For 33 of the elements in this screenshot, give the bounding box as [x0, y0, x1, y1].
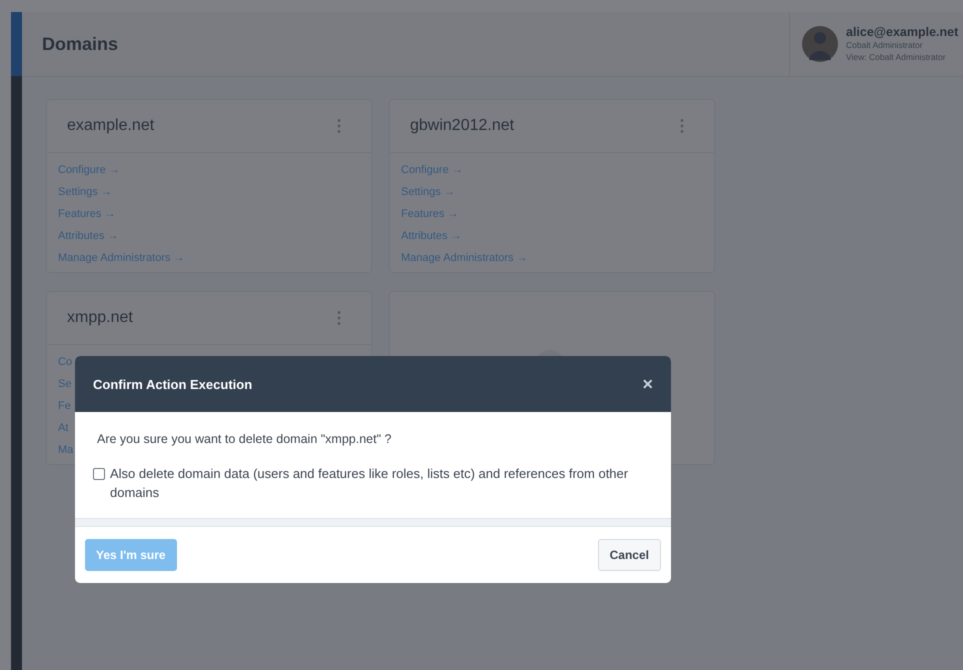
domain-link[interactable]: Manage Administrators → — [58, 250, 185, 266]
domain-link[interactable]: Features → — [401, 206, 458, 222]
checkbox[interactable] — [93, 468, 105, 480]
domain-name: gbwin2012.net — [410, 117, 514, 135]
checkbox-label: Also delete domain data (users and features like roles, lists etc) and references from other domains — [110, 465, 630, 502]
avatar-icon — [802, 26, 838, 62]
domain-link[interactable]: Configure → — [58, 162, 120, 178]
domain-link[interactable]: Configure → — [401, 162, 463, 178]
user-view: View: Cobalt Administrator — [846, 51, 947, 63]
dialog-title: Confirm Action Execution — [93, 376, 252, 392]
user-role: Cobalt Administrator — [846, 39, 924, 51]
domain-name: example.net — [67, 117, 154, 135]
domain-link[interactable]: Ma — [58, 442, 74, 458]
domain-link[interactable]: Manage Administrators → — [401, 250, 528, 266]
domain-link[interactable]: Settings → — [58, 184, 112, 200]
domain-link[interactable]: Co — [58, 354, 72, 370]
domain-link[interactable]: Attributes → — [58, 228, 119, 244]
domain-link[interactable]: Attributes → — [401, 228, 462, 244]
domain-link[interactable]: Settings → — [401, 184, 455, 200]
domain-link[interactable]: At — [58, 420, 68, 436]
domain-link[interactable]: Se — [58, 376, 72, 392]
more-menu-button[interactable]: ⋮ — [674, 116, 690, 136]
user-email: alice@example.net — [846, 25, 958, 39]
dialog-message: Are you sure you want to delete domain "xmpp.net" ? — [97, 432, 392, 446]
user-panel[interactable]: alice@example.net Cobalt Administrator View: Cobalt Administrator — [789, 12, 963, 76]
close-button[interactable]: × — [642, 374, 653, 394]
page-title: Domains — [42, 34, 118, 54]
domain-name: xmpp.net — [67, 309, 133, 327]
domain-link[interactable]: Features → — [58, 206, 116, 222]
more-menu-button[interactable]: ⋮ — [331, 308, 347, 328]
more-menu-button[interactable]: ⋮ — [331, 116, 347, 136]
cancel-button[interactable]: Cancel — [598, 539, 661, 571]
domain-link[interactable]: Fe — [58, 398, 71, 414]
